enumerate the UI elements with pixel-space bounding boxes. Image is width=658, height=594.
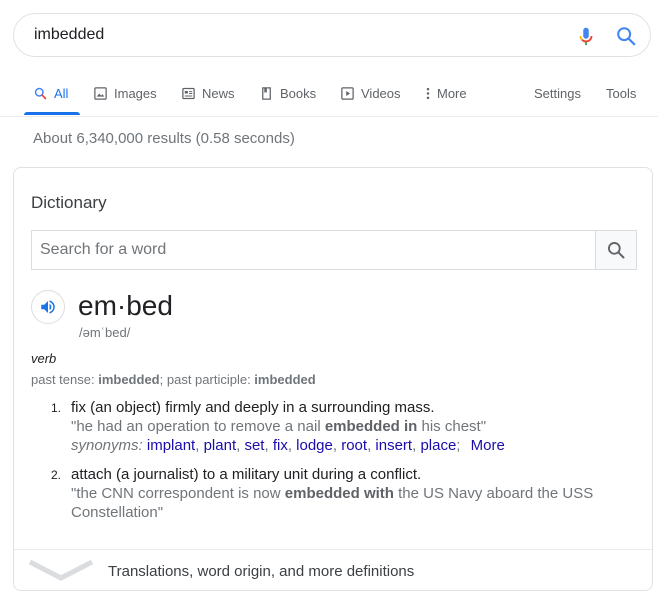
synonym-link[interactable]: place (420, 437, 456, 454)
result-stats: About 6,340,000 results (0.58 seconds) (33, 130, 295, 147)
search-input[interactable] (34, 14, 534, 56)
synonym-link[interactable]: implant (147, 437, 195, 454)
synonym-link[interactable]: set (244, 437, 264, 454)
tab-label: Images (114, 86, 157, 101)
active-tab-indicator (24, 112, 80, 115)
dictionary-card: Dictionary em·bed /əmˈbed/ verb past ten… (13, 167, 653, 591)
example-text: "he had an operation to remove a nail (71, 418, 325, 435)
example-keyword: embedded with (284, 485, 394, 502)
tab-settings[interactable]: Settings (534, 82, 581, 116)
definition-number: 1. (51, 401, 62, 415)
search-tabs: All Images News Books Videos More Settin… (0, 82, 658, 116)
phonetic: /əmˈbed/ (79, 325, 131, 340)
more-vert-icon (426, 87, 430, 100)
tab-images[interactable]: Images (93, 82, 157, 116)
tab-label: Settings (534, 86, 581, 101)
search-box[interactable] (13, 13, 651, 57)
chevron-down-icon (28, 559, 94, 581)
search-icon[interactable] (615, 25, 637, 47)
synonym-link[interactable]: root (341, 437, 367, 454)
tab-news[interactable]: News (181, 82, 235, 116)
tab-label: Videos (361, 86, 401, 101)
forms-separator: ; (159, 372, 167, 387)
synonyms-label: synonyms: (71, 437, 143, 454)
word-search-box (31, 230, 637, 270)
synonym-link[interactable]: fix (273, 437, 288, 454)
definition-example: "he had an operation to remove a nail em… (71, 417, 631, 436)
microphone-icon[interactable] (575, 24, 597, 48)
part-of-speech: verb (31, 351, 57, 366)
definition-text: fix (an object) firmly and deeply in a s… (71, 399, 435, 416)
definition-example: "the CNN correspondent is now embedded w… (71, 484, 631, 522)
example-keyword: embedded in (324, 418, 418, 435)
dictionary-title: Dictionary (31, 193, 107, 212)
past-tense: imbedded (98, 372, 160, 387)
word-search-button[interactable] (595, 231, 636, 269)
pronunciation-button[interactable] (31, 290, 65, 324)
tab-label: Books (280, 86, 317, 101)
tab-books[interactable]: Books (259, 82, 316, 116)
headword: em·bed (78, 290, 173, 321)
tab-videos[interactable]: Videos (340, 82, 401, 116)
past-participle: imbedded (254, 372, 316, 387)
definition-number: 2. (51, 468, 62, 482)
definition-text: attach (a journalist) to a military unit… (71, 466, 422, 483)
past-participle-label: past participle: (166, 372, 255, 387)
tab-all[interactable]: All (33, 82, 68, 116)
synonym-link[interactable]: plant (204, 437, 237, 454)
news-icon (182, 87, 195, 100)
synonym-link[interactable]: lodge (296, 437, 333, 454)
synonyms: synonyms: implant, plant, set, fix, lodg… (71, 437, 505, 454)
example-text: his chest" (417, 418, 487, 435)
example-text: "the CNN correspondent is now (71, 485, 285, 502)
video-icon (341, 87, 354, 100)
tab-label: Tools (606, 86, 637, 101)
word-search-input[interactable] (40, 231, 590, 269)
tab-more[interactable]: More (424, 82, 467, 116)
past-tense-label: past tense: (31, 372, 99, 387)
more-definitions-button[interactable]: Translations, word origin, and more defi… (14, 550, 652, 591)
speaker-icon (41, 300, 55, 314)
more-definitions-label: Translations, word origin, and more defi… (108, 563, 415, 580)
tab-label: More (437, 86, 467, 101)
search-icon (608, 242, 625, 259)
synonym-link[interactable]: insert (375, 437, 412, 454)
image-icon (94, 87, 107, 100)
search-icon (34, 87, 47, 100)
word-forms: past tense: imbedded; past participle: i… (31, 372, 316, 387)
tab-tools[interactable]: Tools (606, 82, 636, 116)
tab-label: All (54, 86, 69, 101)
book-icon (262, 87, 271, 100)
tab-label: News (202, 86, 235, 101)
tabs-divider (0, 116, 658, 117)
synonyms-more-link[interactable]: More (471, 437, 505, 454)
